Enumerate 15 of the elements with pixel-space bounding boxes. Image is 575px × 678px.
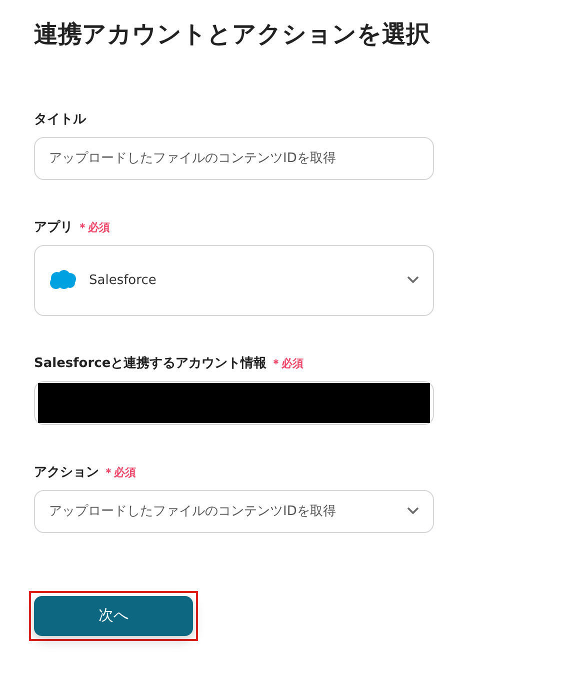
chevron-down-icon <box>407 507 419 516</box>
field-label: Salesforceと連携するアカウント情報 <box>34 354 267 372</box>
action-select[interactable]: アップロードしたファイルのコンテンツIDを取得 <box>34 490 434 533</box>
required-mark: ＊必須 <box>77 220 110 235</box>
field-label: アクション <box>34 464 99 481</box>
page-heading: 連携アカウントとアクションを選択 <box>34 19 430 50</box>
chevron-down-icon <box>407 276 419 284</box>
title-input[interactable]: アップロードしたファイルのコンテンツIDを取得 <box>34 136 434 180</box>
next-button[interactable]: 次へ <box>34 596 193 636</box>
required-mark: ＊必須 <box>270 356 304 371</box>
cloud-logo-icon <box>49 270 77 290</box>
required-mark: ＊必須 <box>103 464 136 480</box>
app-select[interactable]: Salesforce <box>34 244 434 316</box>
field-label: アプリ <box>34 218 73 236</box>
field-label: タイトル <box>34 110 86 128</box>
